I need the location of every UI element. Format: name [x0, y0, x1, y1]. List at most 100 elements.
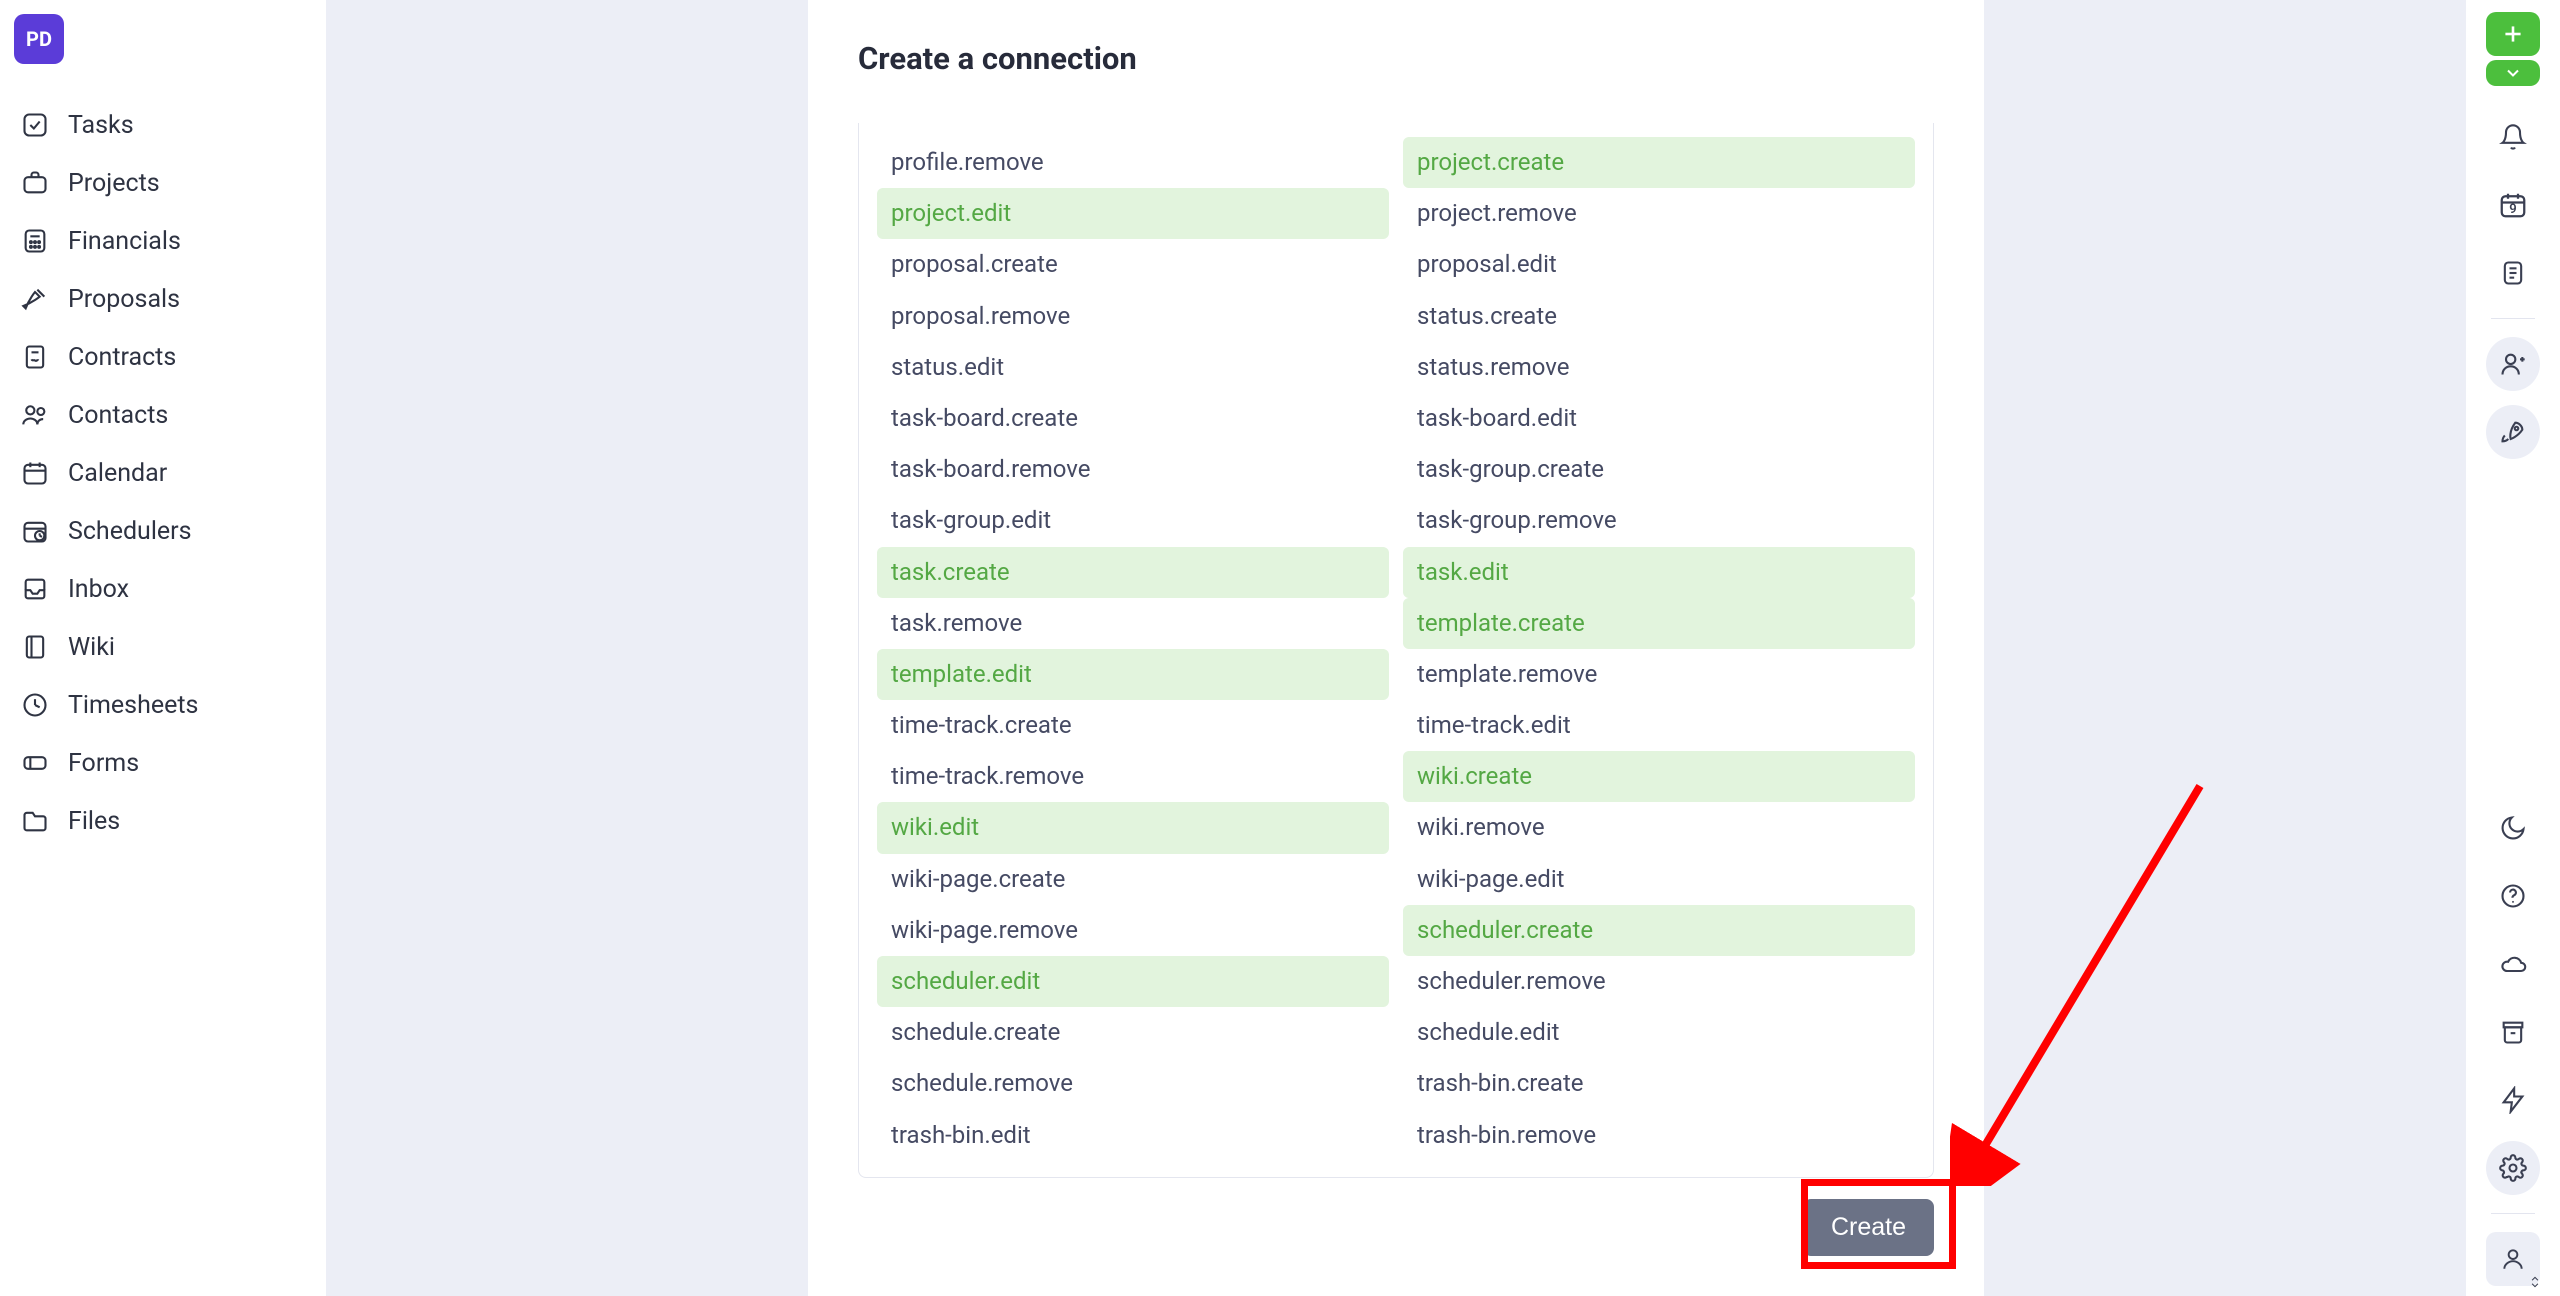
scope-item[interactable]: time-track.remove [877, 751, 1389, 802]
workspace-badge[interactable]: PD [14, 14, 64, 64]
scope-item[interactable]: task-group.edit [877, 495, 1389, 546]
scope-item[interactable]: trash-bin.remove [1403, 1110, 1915, 1161]
scope-item[interactable]: task-group.create [1403, 444, 1915, 495]
scopes-box: profile.removeproject.editproposal.creat… [858, 123, 1934, 1178]
sidebar-item-financials[interactable]: Financials [14, 212, 312, 270]
clock-icon [20, 690, 50, 720]
bell-icon [2499, 123, 2527, 151]
scope-item[interactable]: trash-bin.edit [877, 1110, 1389, 1161]
main-area: Create a connection profile.removeprojec… [326, 0, 2466, 1296]
folder-doc-icon [20, 806, 50, 836]
archive-button[interactable] [2486, 1005, 2540, 1059]
sidebar-item-label: Schedulers [68, 517, 192, 546]
scope-item[interactable]: task-board.remove [877, 444, 1389, 495]
notifications-button[interactable] [2486, 110, 2540, 164]
scope-item[interactable]: project.remove [1403, 188, 1915, 239]
quick-add-expand-button[interactable] [2486, 60, 2540, 86]
scope-item[interactable]: task.create [877, 547, 1389, 598]
scope-item[interactable]: wiki.edit [877, 802, 1389, 853]
chevron-down-icon [2503, 63, 2523, 83]
sidebar-item-label: Projects [68, 169, 160, 198]
briefcase-icon [20, 168, 50, 198]
sidebar-item-wiki[interactable]: Wiki [14, 618, 312, 676]
sidebar-item-projects[interactable]: Projects [14, 154, 312, 212]
scope-item[interactable]: task-group.remove [1403, 495, 1915, 546]
scope-item[interactable]: scheduler.edit [877, 956, 1389, 1007]
file-sign-icon [20, 342, 50, 372]
sidebar-item-label: Contacts [68, 401, 168, 430]
scope-item[interactable]: proposal.edit [1403, 239, 1915, 290]
scope-item[interactable]: task-board.create [877, 393, 1389, 444]
scope-item[interactable]: scheduler.remove [1403, 956, 1915, 1007]
upgrade-button[interactable] [2486, 405, 2540, 459]
scope-item[interactable]: wiki-page.create [877, 854, 1389, 905]
settings-button[interactable] [2486, 1141, 2540, 1195]
sidebar-item-schedulers[interactable]: Schedulers [14, 502, 312, 560]
scope-item[interactable]: wiki-page.edit [1403, 854, 1915, 905]
scope-item[interactable]: profile.remove [877, 137, 1389, 188]
sidebar-item-label: Proposals [68, 285, 180, 314]
scope-item[interactable]: wiki.remove [1403, 802, 1915, 853]
scope-item[interactable]: schedule.create [877, 1007, 1389, 1058]
sidebar-item-contacts[interactable]: Contacts [14, 386, 312, 444]
quick-add-button[interactable] [2486, 12, 2540, 56]
scope-item[interactable]: template.edit [877, 649, 1389, 700]
check-square-icon [20, 110, 50, 140]
scope-item[interactable]: status.edit [877, 342, 1389, 393]
sidebar-item-inbox[interactable]: Inbox [14, 560, 312, 618]
user-icon [2500, 1246, 2526, 1272]
scope-item[interactable]: task.remove [877, 598, 1389, 649]
cloud-button[interactable] [2486, 937, 2540, 991]
book-icon [20, 632, 50, 662]
sidebar-item-tasks[interactable]: Tasks [14, 96, 312, 154]
right-rail: 9 [2466, 0, 2560, 1296]
help-button[interactable] [2486, 869, 2540, 923]
scope-item[interactable]: time-track.create [877, 700, 1389, 751]
help-icon [2499, 882, 2527, 910]
scope-item[interactable]: template.create [1403, 598, 1915, 649]
scope-item[interactable]: task.edit [1403, 547, 1915, 598]
account-switcher-button[interactable] [2486, 1232, 2540, 1286]
notes-button[interactable] [2486, 246, 2540, 300]
sidebar-item-proposals[interactable]: Proposals [14, 270, 312, 328]
scope-item[interactable]: trash-bin.create [1403, 1058, 1915, 1109]
scope-item[interactable]: status.create [1403, 291, 1915, 342]
create-connection-panel: Create a connection profile.removeprojec… [808, 0, 1984, 1296]
sidebar-item-label: Wiki [68, 633, 115, 662]
scope-item[interactable]: schedule.remove [877, 1058, 1389, 1109]
scope-item[interactable]: project.edit [877, 188, 1389, 239]
create-button[interactable]: Create [1803, 1199, 1934, 1256]
expand-icon [2528, 1274, 2542, 1288]
sidebar-item-label: Inbox [68, 575, 129, 604]
scope-item[interactable]: proposal.remove [877, 291, 1389, 342]
scope-item[interactable]: template.remove [1403, 649, 1915, 700]
scope-item[interactable]: wiki.create [1403, 751, 1915, 802]
archive-icon [2499, 1018, 2527, 1046]
scope-item[interactable]: status.remove [1403, 342, 1915, 393]
invite-user-button[interactable] [2486, 337, 2540, 391]
scope-item[interactable]: schedule.edit [1403, 1007, 1915, 1058]
sidebar-item-timesheets[interactable]: Timesheets [14, 676, 312, 734]
scope-item[interactable]: time-track.edit [1403, 700, 1915, 751]
sidebar-item-files[interactable]: Files [14, 792, 312, 850]
calendar-day-number: 9 [2509, 202, 2516, 217]
page-title: Create a connection [858, 40, 1934, 77]
rail-separator [2491, 1213, 2535, 1214]
scope-item[interactable]: scheduler.create [1403, 905, 1915, 956]
sidebar-item-label: Forms [68, 749, 139, 778]
sidebar-item-calendar[interactable]: Calendar [14, 444, 312, 502]
theme-toggle-button[interactable] [2486, 801, 2540, 855]
calendar-day-button[interactable]: 9 [2486, 178, 2540, 232]
sidebar-item-contracts[interactable]: Contracts [14, 328, 312, 386]
scope-item[interactable]: project.create [1403, 137, 1915, 188]
automations-button[interactable] [2486, 1073, 2540, 1127]
sidebar-item-forms[interactable]: Forms [14, 734, 312, 792]
plus-icon [2500, 21, 2526, 47]
scope-item[interactable]: wiki-page.remove [877, 905, 1389, 956]
user-plus-icon [2499, 350, 2527, 378]
scope-item[interactable]: proposal.create [877, 239, 1389, 290]
users-icon [20, 400, 50, 430]
bolt-icon [2499, 1086, 2527, 1114]
calendar-clock-icon [20, 516, 50, 546]
scope-item[interactable]: task-board.edit [1403, 393, 1915, 444]
